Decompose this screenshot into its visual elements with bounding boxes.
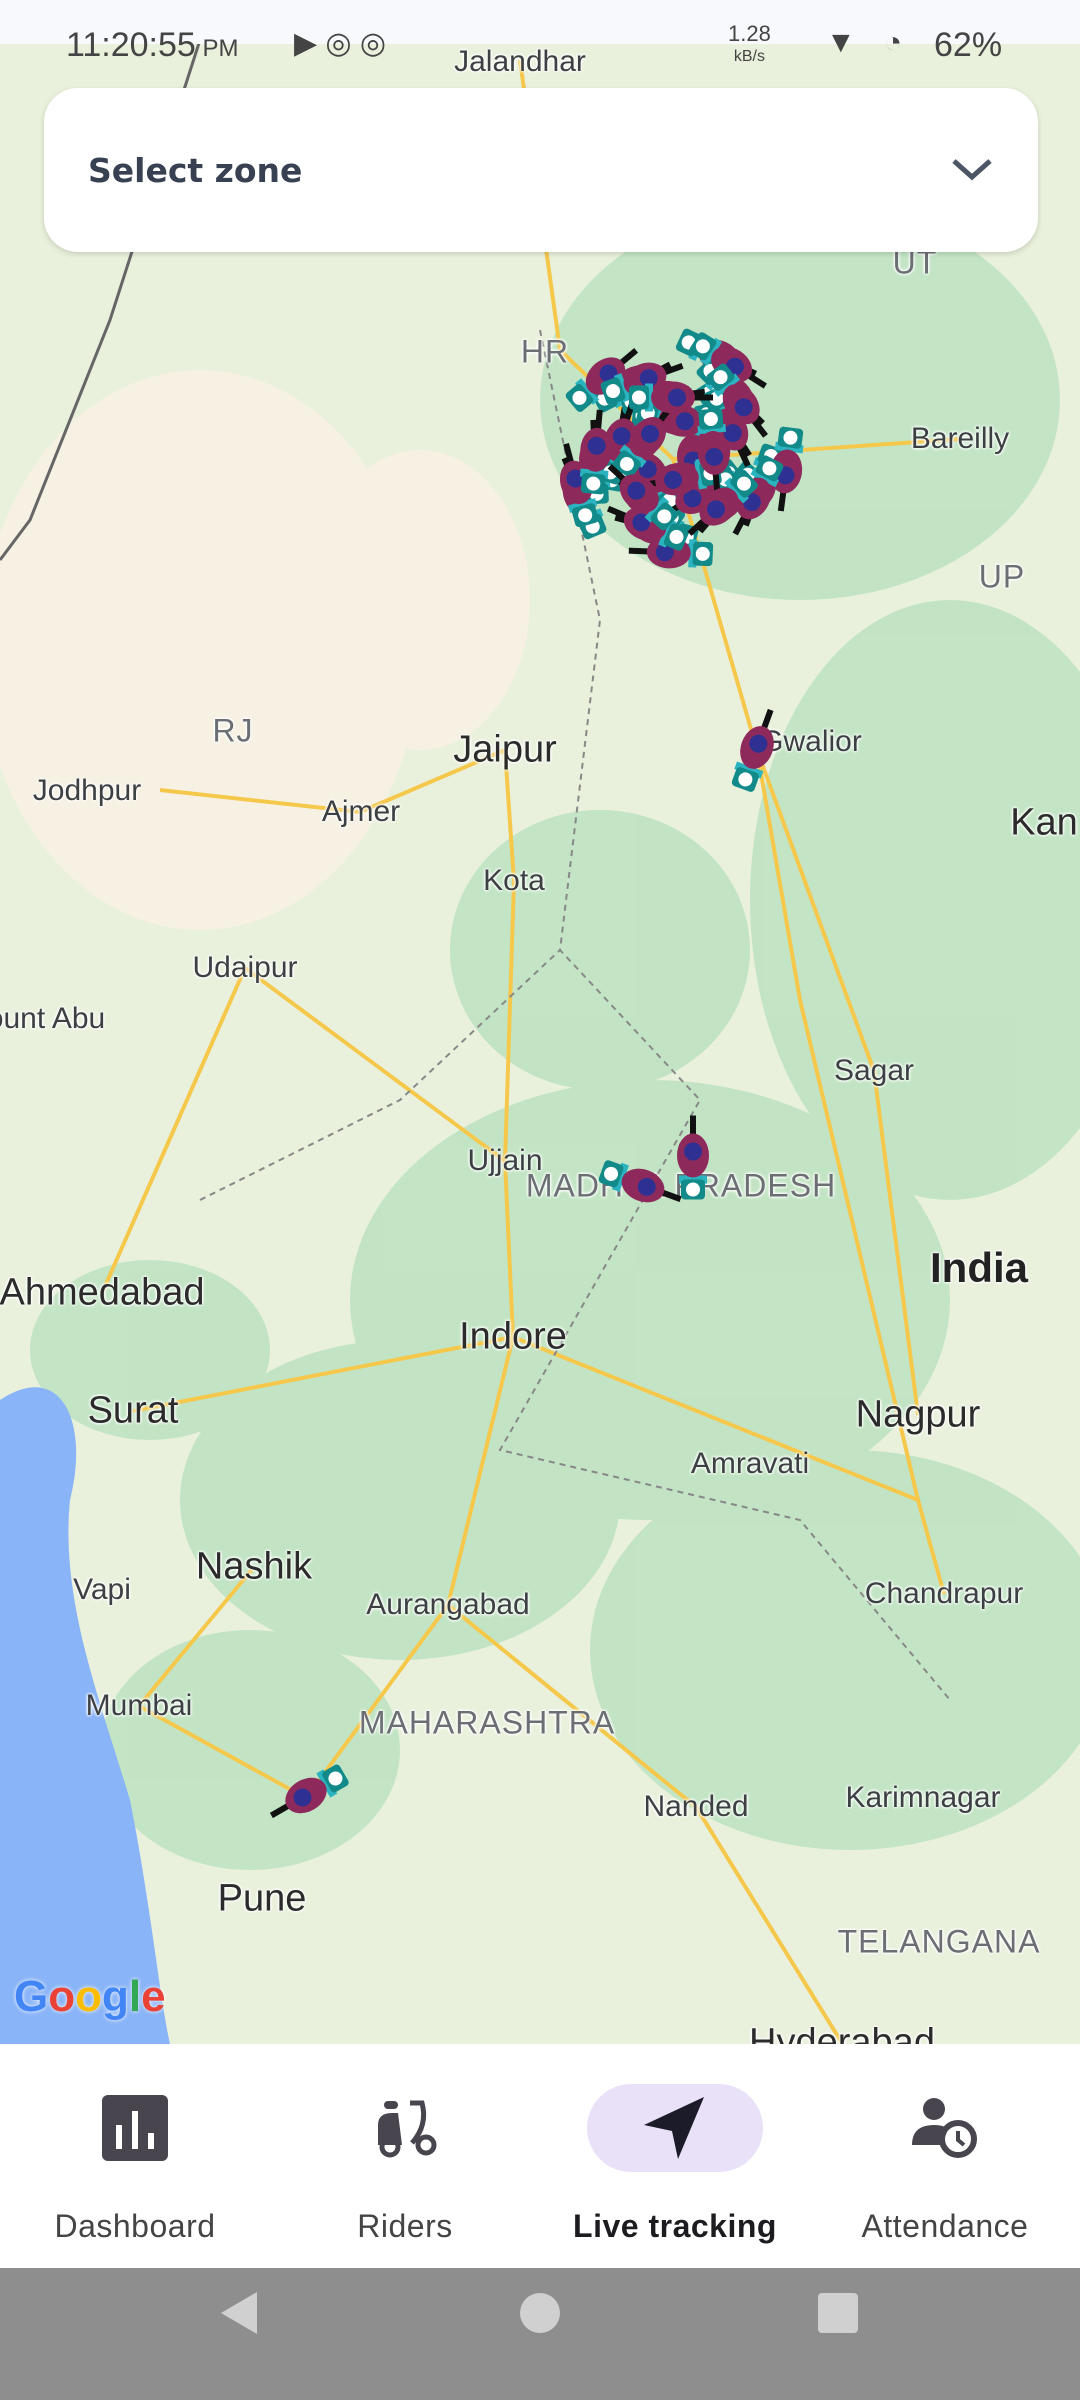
map-label: Bareilly bbox=[910, 422, 1010, 455]
net-speed: 1.28 kB/s bbox=[728, 21, 771, 67]
person-clock-icon bbox=[912, 2098, 977, 2158]
map-label: Chandrapur bbox=[864, 1577, 1024, 1610]
rider-marker-icon bbox=[677, 1115, 709, 1200]
nav-dashboard[interactable]: Dashboard bbox=[0, 2044, 270, 2268]
map-label: Mumbai bbox=[85, 1689, 193, 1722]
map-label: MAHARASHTRA bbox=[358, 1704, 616, 1741]
rider-icon bbox=[269, 1764, 349, 1819]
nav-label: Attendance bbox=[861, 2208, 1029, 2244]
map-label: Hyderabad bbox=[749, 2021, 935, 2045]
rider-cluster-markers bbox=[559, 328, 804, 569]
rider-cluster[interactable] bbox=[528, 312, 818, 607]
battery-saver-icon: ◔ bbox=[884, 26, 903, 59]
map-label: Karimnagar bbox=[845, 1781, 1001, 1814]
map-view[interactable]: Jalandhar UT HR Bareilly UP RJ Jaipur Gwalior Ka… bbox=[0, 0, 1080, 2044]
map-label: Surat bbox=[87, 1389, 179, 1432]
home-button[interactable] bbox=[520, 2293, 560, 2333]
map-label: Aurangabad bbox=[366, 1588, 530, 1621]
map-label: Jodhpur bbox=[32, 774, 142, 807]
map-label: Udaipur bbox=[192, 951, 298, 984]
map-label: UP bbox=[978, 558, 1026, 595]
navigation-arrow-icon bbox=[644, 2097, 704, 2159]
rider-marker[interactable] bbox=[236, 1751, 376, 1846]
wifi-icon: ▼ bbox=[826, 26, 856, 59]
status-bar: 11:20:55 PM ▶ ◎ ◎ 1.28 kB/s ▼ ◔ 62% bbox=[0, 0, 1080, 65]
battery-percent: 62% bbox=[934, 26, 1003, 64]
map-label: Vapi bbox=[73, 1573, 131, 1606]
chevron-down-icon bbox=[952, 159, 992, 181]
nav-attendance[interactable]: Attendance bbox=[810, 2044, 1080, 2268]
recents-button[interactable] bbox=[818, 2293, 858, 2333]
notification-icons: ▶ ◎ ◎ bbox=[294, 27, 387, 60]
map-label: Jaipur bbox=[453, 728, 557, 771]
map-label: RJ bbox=[212, 712, 254, 749]
map-label: India bbox=[929, 1244, 1029, 1291]
map-label: Nanded bbox=[643, 1790, 749, 1823]
system-nav-buttons bbox=[221, 2292, 858, 2334]
rider-marker[interactable] bbox=[712, 683, 802, 818]
map-label: Pune bbox=[217, 1877, 307, 1920]
rider-marker-icon bbox=[269, 1764, 349, 1819]
rider-marker-icon bbox=[598, 1160, 682, 1203]
time-text: 11:20:55 bbox=[66, 26, 196, 64]
nav-icon-wrap bbox=[857, 2084, 1033, 2172]
rider-marker[interactable] bbox=[573, 1096, 773, 1261]
map-label: Kan bbox=[1010, 801, 1078, 844]
ampm-text: PM bbox=[202, 35, 239, 62]
nav-icon-wrap bbox=[587, 2084, 763, 2172]
nav-icon-wrap bbox=[317, 2084, 493, 2172]
nav-label: Riders bbox=[357, 2208, 453, 2244]
map-label: Sagar bbox=[833, 1054, 915, 1087]
zone-select-label: Select zone bbox=[88, 150, 303, 190]
google-logo: Google bbox=[14, 1972, 166, 2021]
map-label: ount Abu bbox=[0, 1002, 106, 1035]
map-label: Indore bbox=[459, 1315, 567, 1358]
status-time: 11:20:55 PM bbox=[66, 26, 239, 65]
scooter-icon bbox=[378, 2100, 437, 2158]
net-speed-unit: kB/s bbox=[733, 48, 765, 65]
nav-label: Dashboard bbox=[54, 2208, 216, 2244]
map-label: Ahmedabad bbox=[0, 1271, 205, 1314]
bar-chart-icon bbox=[102, 2095, 168, 2161]
rider-marker-icon bbox=[731, 708, 774, 792]
back-button[interactable] bbox=[221, 2292, 257, 2334]
map-label: Jalandhar bbox=[454, 45, 586, 78]
map-label: Amravati bbox=[690, 1447, 810, 1480]
map-label: Nagpur bbox=[855, 1393, 981, 1436]
map-label: Ajmer bbox=[321, 795, 401, 828]
map-label: Kota bbox=[483, 864, 545, 897]
rider-icon bbox=[598, 1115, 709, 1203]
map-label: Nashik bbox=[195, 1545, 313, 1588]
net-speed-value: 1.28 bbox=[728, 21, 771, 46]
rider-icon bbox=[731, 708, 774, 792]
nav-riders[interactable]: Riders bbox=[270, 2044, 540, 2268]
map-label: TELANGANA bbox=[837, 1923, 1041, 1960]
nav-icon-wrap bbox=[47, 2084, 223, 2172]
bottom-navigation: Dashboard Riders Live tracking Attendanc… bbox=[0, 2044, 1080, 2268]
nav-live-tracking[interactable]: Live tracking bbox=[540, 2044, 810, 2268]
nav-label: Live tracking bbox=[573, 2208, 777, 2244]
zone-select[interactable]: Select zone bbox=[44, 88, 1038, 252]
system-navigation-bar bbox=[0, 2268, 1080, 2400]
